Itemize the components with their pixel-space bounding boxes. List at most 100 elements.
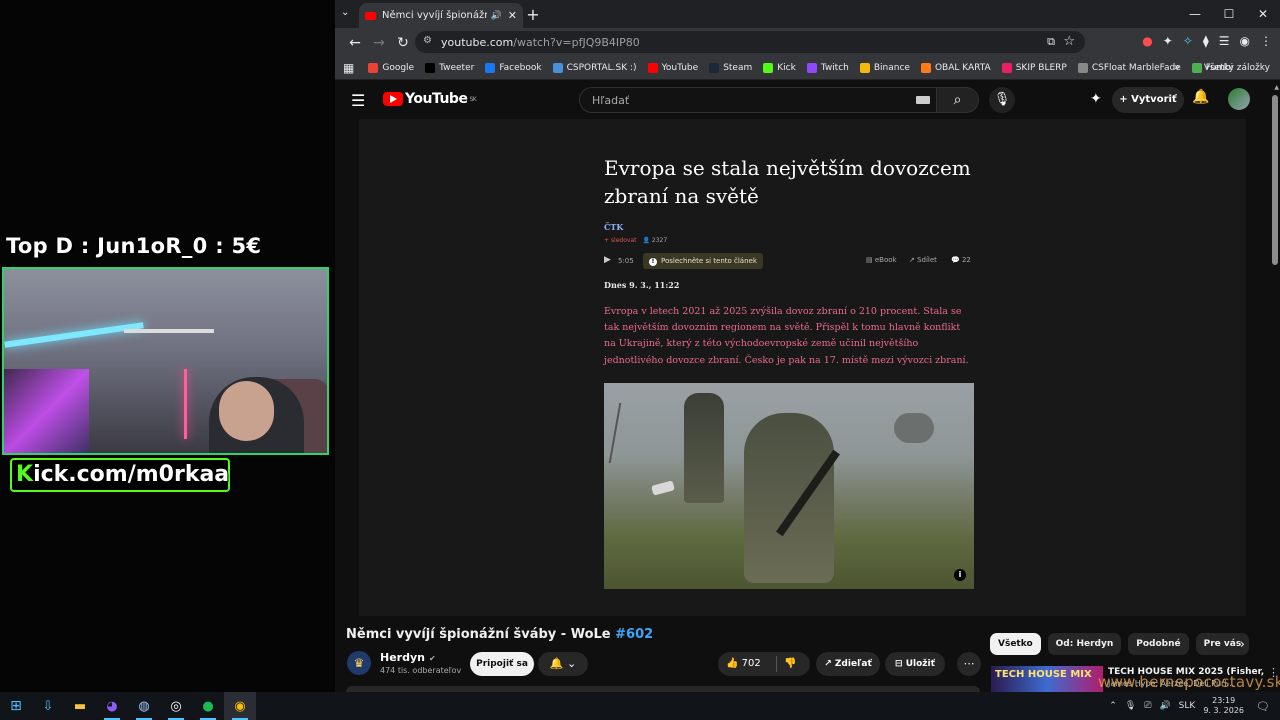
- forward-arrow-icon[interactable]: →: [367, 35, 391, 51]
- notifications-bell-icon[interactable]: 🔔: [1192, 89, 1209, 105]
- more-bookmarks-icon[interactable]: »: [1174, 62, 1180, 73]
- share-button[interactable]: ↗ Zdieľať: [816, 652, 880, 676]
- article-meta: + sledovat 👤 2327: [604, 237, 667, 244]
- tab-search-icon[interactable]: ⌄: [341, 7, 349, 18]
- notifications-icon[interactable]: 🗨: [1256, 700, 1270, 713]
- obs-icon[interactable]: ◎: [160, 692, 192, 720]
- volume-icon[interactable]: 🔊: [1159, 701, 1170, 711]
- bookmark-youtube[interactable]: YouTube: [647, 63, 698, 73]
- search-input[interactable]: Hľadať: [579, 87, 937, 113]
- bookmark-label: Steam: [723, 63, 753, 73]
- new-tab-button[interactable]: +: [523, 5, 543, 25]
- chevron-right-icon[interactable]: ›: [1240, 637, 1245, 651]
- close-window-button[interactable]: ✕: [1246, 0, 1280, 28]
- bookmark-star-icon[interactable]: ☆: [1063, 34, 1075, 49]
- logo-text: YouTube: [405, 91, 468, 107]
- dislike-button[interactable]: 👎: [784, 652, 796, 676]
- bookmark-binance[interactable]: Binance: [859, 63, 910, 73]
- bookmark-twitch[interactable]: Twitch: [806, 63, 849, 73]
- extension-red-icon[interactable]: ●: [1142, 34, 1152, 48]
- browser-toolbar: ← → ↻ ⚙ youtube.com/watch?v=pfJQ9B4IP80 …: [335, 28, 1280, 57]
- bookmark-label: SKIP BLERP: [1015, 63, 1067, 73]
- extension-icon[interactable]: ✦: [1163, 34, 1173, 48]
- search-icon: ⌕: [953, 92, 962, 108]
- apps-grid-icon[interactable]: ▦: [343, 61, 354, 75]
- bookmark-csfloat[interactable]: CSFloat MarbleFade: [1077, 63, 1181, 73]
- tray-overflow-icon[interactable]: ⌃: [1109, 701, 1117, 711]
- url-path: /watch?v=pfJQ9B4IP80: [513, 35, 640, 49]
- bookmark-obal-karta[interactable]: OBAL KARTA: [920, 63, 991, 73]
- tab-strip: ⌄ Němci vyvíjí špionážní švábi 🔊 ✕ + — ☐…: [335, 0, 1280, 28]
- subscription-bell-button[interactable]: 🔔 ⌄: [538, 652, 588, 676]
- keyboard-icon[interactable]: [916, 96, 930, 104]
- bookmark-facebook[interactable]: Facebook: [485, 63, 542, 73]
- gemini-sparkle-icon[interactable]: ✦: [1090, 91, 1102, 107]
- episode-hashtag[interactable]: #602: [615, 627, 653, 642]
- page-scrollbar[interactable]: [1272, 95, 1278, 265]
- photo-info-icon: i: [954, 569, 966, 581]
- reload-icon[interactable]: ↻: [391, 35, 415, 51]
- bookmark-label: CSFloat MarbleFade: [1091, 63, 1181, 73]
- create-label: Vytvoriť: [1131, 94, 1177, 105]
- all-bookmarks-folder[interactable]: Všetky záložky: [1204, 63, 1270, 73]
- save-label: Uložiť: [905, 659, 935, 669]
- create-button[interactable]: + Vytvoriť: [1112, 87, 1184, 113]
- audio-playing-icon[interactable]: 🔊: [491, 11, 502, 21]
- bookmark-google[interactable]: Google: [368, 63, 414, 73]
- channel-name[interactable]: Herdyn ✔: [380, 651, 436, 664]
- search-button[interactable]: ⌕: [937, 87, 979, 113]
- extension-blue-icon[interactable]: ✧: [1183, 34, 1193, 48]
- install-app-icon[interactable]: ⧉: [1047, 35, 1055, 49]
- logo-region: SK: [469, 95, 477, 103]
- audio-play-icon: ▶: [604, 255, 611, 265]
- discord-icon[interactable]: ◕: [96, 692, 128, 720]
- extensions-puzzle-icon[interactable]: ⧫: [1203, 34, 1209, 48]
- steam-icon[interactable]: ◍: [128, 692, 160, 720]
- reading-list-icon[interactable]: ☰: [1219, 34, 1230, 48]
- save-bookmark-icon: ⊟: [895, 659, 903, 669]
- address-bar[interactable]: ⚙ youtube.com/watch?v=pfJQ9B4IP80 ⧉ ☆: [415, 31, 1085, 53]
- recommendation-thumbnail[interactable]: TECH HOUSE MIX: [991, 666, 1103, 692]
- language-indicator[interactable]: SLK: [1179, 701, 1196, 711]
- clock[interactable]: 23:19 9. 3. 2026: [1203, 696, 1244, 716]
- file-explorer-icon[interactable]: ▬: [64, 692, 96, 720]
- x-icon: [425, 63, 436, 73]
- bookmark-csportal[interactable]: CSPORTAL.SK :): [552, 63, 637, 73]
- chip-from-channel[interactable]: Od: Herdyn: [1047, 633, 1122, 655]
- youtube-logo[interactable]: YouTube SK: [383, 91, 477, 107]
- chip-related[interactable]: Podobné: [1128, 633, 1189, 655]
- windows-start-icon[interactable]: ⊞: [0, 692, 32, 720]
- chrome-icon[interactable]: ◉: [224, 692, 256, 720]
- bookmark-skip-blerp[interactable]: SKIP BLERP: [1001, 63, 1067, 73]
- more-actions-icon[interactable]: ⋯: [957, 652, 981, 676]
- bookmark-tweeter[interactable]: Tweeter: [425, 63, 474, 73]
- video-player[interactable]: Evropa se stala největším dovozcem zbran…: [359, 119, 1246, 616]
- account-avatar[interactable]: [1228, 88, 1250, 110]
- minimize-button[interactable]: —: [1178, 0, 1212, 28]
- back-arrow-icon[interactable]: ←: [343, 35, 367, 51]
- maximize-button[interactable]: ☐: [1212, 0, 1246, 28]
- like-button[interactable]: 👍 702: [726, 652, 761, 676]
- menu-hamburger-icon[interactable]: ☰: [351, 91, 365, 110]
- site-info-icon[interactable]: ⚙: [423, 35, 432, 46]
- taskbar-app-icon[interactable]: ⇩: [32, 692, 64, 720]
- save-button[interactable]: ⊟ Uložiť: [885, 652, 945, 676]
- chrome-menu-icon[interactable]: ⋮: [1260, 34, 1272, 48]
- voice-search-mic-icon[interactable]: 🎙: [989, 87, 1015, 113]
- channel-avatar[interactable]: ♛: [347, 651, 371, 675]
- thumbs-up-icon: 👍: [726, 658, 739, 669]
- tab-close-icon[interactable]: ✕: [508, 9, 517, 22]
- tab-youtube[interactable]: Němci vyvíjí špionážní švábi 🔊 ✕: [359, 3, 523, 28]
- chip-all[interactable]: Všetko: [990, 633, 1041, 655]
- microphone-icon[interactable]: 🎙: [1125, 701, 1136, 711]
- spotify-icon[interactable]: ●: [192, 692, 224, 720]
- join-button[interactable]: Pripojiť sa: [470, 652, 534, 676]
- bookmark-kick[interactable]: Kick: [763, 63, 796, 73]
- network-icon[interactable]: ⎚: [1144, 701, 1151, 711]
- profile-avatar-icon[interactable]: ◉: [1240, 34, 1250, 48]
- video-title-text: Němci vyvíjí špionážní šváby - WoLe: [346, 627, 616, 642]
- pc-case: [4, 369, 89, 453]
- bookmark-label: OBAL KARTA: [934, 63, 991, 73]
- bookmark-steam[interactable]: Steam: [709, 63, 752, 73]
- scroll-up-arrow[interactable]: ▲: [1274, 84, 1279, 91]
